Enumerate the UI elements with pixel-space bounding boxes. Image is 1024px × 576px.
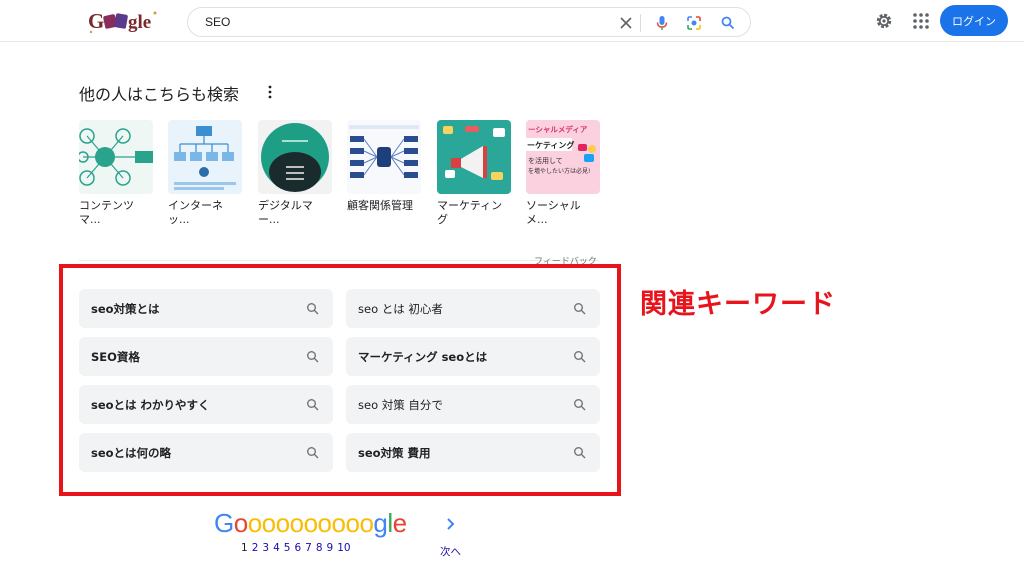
- logo-letter: o: [261, 508, 276, 538]
- clear-icon[interactable]: [616, 13, 636, 33]
- image-tile-internet[interactable]: インターネッ...: [168, 120, 242, 227]
- page-numbers: 1 2 3 4 5 6 7 8 9 10: [241, 542, 355, 554]
- social-media-thumbnail: ーシャルメディア ーケティング を活用して を増やしたい方は必見!: [526, 120, 600, 194]
- related-search-label: seoとは何の略: [91, 446, 172, 460]
- svg-text:gle: gle: [128, 12, 151, 33]
- image-tile-caption: マーケティング: [437, 199, 503, 226]
- logo-letter: G: [214, 508, 234, 538]
- related-search-chip[interactable]: seo対策とは: [79, 289, 333, 328]
- internet-marketing-thumbnail: [168, 120, 242, 194]
- logo-letter: o: [345, 508, 360, 538]
- thumb-text-line: ーケティング: [527, 141, 575, 150]
- thumb-text-line: ーシャルメディア: [528, 125, 588, 134]
- svg-text:G: G: [88, 9, 104, 33]
- related-search-label: seo対策 費用: [358, 446, 431, 460]
- related-keywords-annotation: 関連キーワード: [640, 289, 836, 320]
- related-search-label: マーケティング seoとは: [358, 350, 488, 364]
- others-search-title: 他の人はこちらも検索: [79, 85, 240, 104]
- marketing-thumbnail: [437, 120, 511, 194]
- search-icon[interactable]: [718, 13, 738, 33]
- logo-letter: o: [289, 508, 304, 538]
- related-search-chip[interactable]: マーケティング seoとは: [346, 337, 600, 376]
- search-box[interactable]: SEO: [187, 7, 751, 37]
- search-icon: [306, 445, 320, 459]
- related-search-label: seo対策とは: [91, 302, 160, 316]
- top-bar: G gle SEO ログイン: [0, 0, 1024, 42]
- search-icon: [573, 349, 587, 363]
- related-search-label: SEO資格: [91, 350, 140, 364]
- lens-camera-icon[interactable]: [684, 13, 704, 33]
- search-icon: [573, 397, 587, 411]
- search-icon: [306, 301, 320, 315]
- related-search-label: seo 対策 自分で: [358, 398, 443, 412]
- thumb-text-line: を活用して: [528, 157, 563, 165]
- image-tile-social-media[interactable]: ーシャルメディア ーケティング を活用して を増やしたい方は必見! ソーシャルメ…: [526, 120, 600, 227]
- page-number-link[interactable]: 4: [273, 542, 280, 554]
- search-divider: [640, 14, 641, 32]
- related-search-chip[interactable]: seo 対策 自分で: [346, 385, 600, 424]
- logo-letter: o: [275, 508, 290, 538]
- image-tile-content-marketing[interactable]: コンテンツマ...: [79, 120, 153, 227]
- page-number-link[interactable]: 7: [305, 542, 312, 554]
- search-icon: [573, 445, 587, 459]
- more-vertical-icon[interactable]: [264, 84, 276, 100]
- related-search-chip[interactable]: seoとは わかりやすく: [79, 385, 333, 424]
- search-icon: [306, 349, 320, 363]
- related-search-chip[interactable]: seoとは何の略: [79, 433, 333, 472]
- related-search-chip[interactable]: SEO資格: [79, 337, 333, 376]
- search-icon: [573, 301, 587, 315]
- logo-letter: o: [359, 508, 374, 538]
- microphone-icon[interactable]: [652, 13, 672, 33]
- related-search-chip[interactable]: seo対策 費用: [346, 433, 600, 472]
- section-divider: [79, 260, 599, 261]
- search-icon: [306, 397, 320, 411]
- chevron-right-icon[interactable]: [446, 516, 456, 530]
- login-button[interactable]: ログイン: [940, 5, 1008, 36]
- logo-letter: o: [247, 508, 262, 538]
- crm-thumbnail: [347, 120, 421, 194]
- logo-letter: e: [392, 508, 407, 538]
- apps-grid-icon[interactable]: [910, 10, 932, 32]
- page-number-link[interactable]: 8: [316, 542, 323, 554]
- search-input[interactable]: SEO: [205, 15, 230, 29]
- logo-letter: o: [233, 508, 248, 538]
- logo-letter: o: [331, 508, 346, 538]
- image-tile-digital-marketing[interactable]: デジタルマー...: [258, 120, 332, 227]
- image-tile-caption: インターネッ...: [168, 199, 223, 226]
- logo-letter: o: [303, 508, 318, 538]
- related-search-label: seo とは 初心者: [358, 302, 443, 316]
- image-tile-marketing[interactable]: マーケティング: [437, 120, 511, 227]
- page-number-link[interactable]: 6: [294, 542, 301, 554]
- logo-letter: g: [373, 508, 388, 538]
- image-tile-caption: デジタルマー...: [258, 199, 313, 226]
- related-search-label: seoとは わかりやすく: [91, 398, 210, 412]
- image-tile-caption: コンテンツマ...: [79, 199, 134, 226]
- page-number-link[interactable]: 9: [327, 542, 334, 554]
- content-marketing-thumbnail: [79, 120, 153, 194]
- image-tile-caption: 顧客関係管理: [347, 199, 413, 212]
- related-search-chip[interactable]: seo とは 初心者: [346, 289, 600, 328]
- settings-gear-icon[interactable]: [873, 10, 895, 32]
- page-number-current: 1: [241, 542, 248, 554]
- page-number-link[interactable]: 10: [337, 542, 350, 554]
- page-number-link[interactable]: 3: [262, 542, 269, 554]
- logo-letter: o: [317, 508, 332, 538]
- thumb-text-line: を増やしたい方は必見!: [528, 168, 591, 175]
- google-doodle-logo[interactable]: G gle: [88, 8, 158, 34]
- image-tile-caption: ソーシャルメ...: [526, 199, 581, 226]
- digital-marketing-thumbnail: [258, 120, 332, 194]
- page-number-link[interactable]: 2: [252, 542, 259, 554]
- page-number-link[interactable]: 5: [284, 542, 291, 554]
- image-tile-crm[interactable]: 顧客関係管理: [347, 120, 421, 213]
- pagination-logo: Goooooooooogle: [214, 508, 407, 539]
- next-page-link[interactable]: 次へ: [440, 544, 461, 559]
